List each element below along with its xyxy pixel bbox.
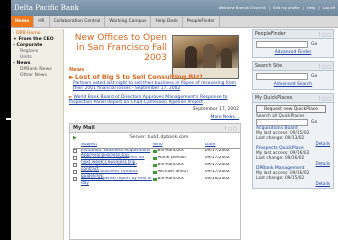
mail-table: Subject Who Date Invitation: Business Ac… bbox=[73, 143, 240, 186]
news-item-1-summary[interactable]: Partners voted last night to sell their … bbox=[73, 81, 243, 91]
banner: Delta Pacific Bank Welcome Brenda Church… bbox=[11, 0, 338, 16]
tab-home[interactable]: Home bbox=[11, 16, 35, 27]
minimize-icon[interactable]: □ bbox=[322, 96, 326, 101]
table-row[interactable]: Book travel arrangements for next week's… bbox=[73, 156, 240, 164]
mail-subject[interactable]: Submit expense report by end of day bbox=[81, 177, 153, 186]
mail-date: 09/16/2002 bbox=[205, 177, 230, 181]
row-checkbox[interactable] bbox=[73, 149, 77, 153]
logoff-link[interactable]: Log off bbox=[323, 6, 335, 10]
minimize-icon[interactable]: □ bbox=[228, 126, 232, 131]
advanced-search-link[interactable]: Advanced Search bbox=[256, 82, 330, 87]
news-item-2-title[interactable]: ►World Bank Board of Directors Approves … bbox=[69, 95, 241, 105]
close-icon[interactable]: □ bbox=[327, 32, 331, 37]
mail-date: 09/17/2002 bbox=[205, 149, 230, 153]
minimize-icon[interactable]: □ bbox=[322, 32, 326, 37]
more-news-link[interactable]: More News... bbox=[211, 115, 239, 120]
news-item-1-title[interactable]: ►Lost of Big 5 to Sell Consulting Biz? bbox=[69, 73, 203, 81]
request-quickplace-button[interactable]: Request new QuickPlace bbox=[256, 105, 326, 113]
presence-icon bbox=[153, 177, 157, 181]
peoplefinder-header: PeopleFinder ? □ □ bbox=[253, 30, 333, 39]
minimize-icon[interactable]: □ bbox=[322, 64, 326, 69]
help-icon[interactable]: ? bbox=[318, 96, 320, 101]
close-icon[interactable]: □ bbox=[327, 96, 331, 101]
quickplaces-search-input[interactable] bbox=[256, 119, 308, 126]
right-column: PeopleFinder ? □ □ Go Advanced Finder Sear… bbox=[252, 29, 334, 240]
mail-server-row: ▶ Server: hub1.dpbank.com bbox=[70, 133, 240, 142]
main-content: New Offices to Open in San Francisco Fal… bbox=[69, 29, 241, 240]
advanced-finder-link[interactable]: Advanced Finder bbox=[256, 50, 330, 55]
peoplefinder-portlet: PeopleFinder ? □ □ Go Advanced Finder bbox=[252, 29, 334, 58]
search-site-portlet: Search Site ? □ □ Go Advanced Search bbox=[252, 61, 334, 90]
tab-bar: Home HR Collaboration Central Working Ca… bbox=[11, 16, 338, 28]
quickplaces-portlet: My QuickPlaces ? □ □ Request new QuickPlac… bbox=[252, 93, 334, 189]
table-row[interactable]: Invitation: Business Acquisitions Approv… bbox=[73, 149, 240, 157]
window-controls: ? □ □ bbox=[318, 64, 331, 69]
my-mail-portlet: My Mail ? □ □ ▶ Server: hub1.dpbank.com … bbox=[69, 123, 241, 240]
row-checkbox[interactable] bbox=[73, 170, 77, 174]
mail-play-icon[interactable]: ▶ bbox=[73, 135, 77, 141]
search-site-title: Search Site bbox=[255, 63, 283, 69]
tab-collaboration-central[interactable]: Collaboration Central bbox=[50, 16, 106, 27]
sidebar-item-other-news[interactable]: Other News bbox=[13, 73, 61, 79]
mail-sender: Bill Hancock bbox=[157, 177, 184, 181]
window-controls: ? □ □ bbox=[318, 96, 331, 101]
welcome-text: Welcome Brenda Churchill bbox=[218, 6, 266, 10]
news-item-2-date: September 17, 2002 bbox=[192, 107, 239, 112]
help-icon[interactable]: ? bbox=[318, 64, 320, 69]
table-row[interactable]: Write up business conduct guidelines Mic… bbox=[73, 170, 240, 178]
column-who[interactable]: Who bbox=[153, 143, 205, 148]
help-icon[interactable]: ? bbox=[224, 126, 226, 131]
quickplaces-go-button[interactable]: Go bbox=[311, 120, 317, 125]
quickplaces-title: My QuickPlaces bbox=[255, 95, 293, 101]
presence-icon bbox=[153, 156, 157, 160]
column-date[interactable]: Date bbox=[205, 143, 240, 148]
mail-sender: Bill Hancock bbox=[157, 163, 184, 167]
presence-icon bbox=[153, 149, 157, 153]
mail-server: Server: hub1.dpbank.com bbox=[130, 135, 189, 140]
search-site-header: Search Site ? □ □ bbox=[253, 62, 333, 71]
mail-sender: Michael Smith bbox=[157, 170, 188, 174]
mail-date: 09/17/2002 bbox=[205, 170, 230, 174]
sidebar: - DPB Home + From the CEO - Corporate Re… bbox=[11, 29, 64, 240]
close-icon[interactable]: □ bbox=[327, 64, 331, 69]
mail-sender: Marie DePaul bbox=[157, 156, 186, 160]
row-checkbox[interactable] bbox=[73, 177, 77, 181]
window-controls: ? □ □ bbox=[318, 32, 331, 37]
mail-title: My Mail bbox=[73, 125, 95, 131]
quickplace-details-link[interactable]: Details bbox=[256, 181, 330, 186]
presence-icon bbox=[153, 170, 157, 174]
column-subject[interactable]: Subject bbox=[81, 143, 153, 148]
search-go-button[interactable]: Go bbox=[311, 74, 317, 79]
peoplefinder-go-button[interactable]: Go bbox=[311, 42, 317, 47]
table-row[interactable]: Send figures to update on contract Bill … bbox=[73, 163, 240, 171]
tab-help-desk[interactable]: Help Desk bbox=[151, 16, 183, 27]
search-input[interactable] bbox=[256, 73, 308, 80]
window-controls: ? □ □ bbox=[224, 126, 237, 131]
tab-working-campus[interactable]: Working Campus bbox=[105, 16, 152, 27]
mail-sender: Bill Hancock bbox=[157, 149, 184, 153]
bullet-arrow-icon: ► bbox=[69, 73, 74, 81]
peoplefinder-title: PeopleFinder bbox=[255, 31, 286, 37]
table-row[interactable]: Submit expense report by end of day Bill… bbox=[73, 177, 240, 186]
mail-date: 09/17/2002 bbox=[205, 156, 230, 160]
page-headline[interactable]: New Offices to Open in San Francisco Fal… bbox=[69, 33, 167, 63]
help-link[interactable]: Help bbox=[307, 6, 315, 10]
row-checkbox[interactable] bbox=[73, 163, 77, 167]
close-icon[interactable]: □ bbox=[233, 126, 237, 131]
portal-window: Delta Pacific Bank Welcome Brenda Church… bbox=[11, 0, 338, 240]
tab-peoplefinder[interactable]: PeopleFinder bbox=[183, 16, 220, 27]
mail-header: My Mail ? □ □ bbox=[70, 124, 240, 133]
peoplefinder-input[interactable] bbox=[256, 41, 308, 48]
presence-icon bbox=[153, 163, 157, 167]
user-links: Welcome Brenda Churchill | Edit my profi… bbox=[218, 6, 335, 10]
quickplaces-header: My QuickPlaces ? □ □ bbox=[253, 94, 333, 103]
edit-profile-link[interactable]: Edit my profile bbox=[273, 6, 299, 10]
row-checkbox[interactable] bbox=[73, 156, 77, 160]
help-icon[interactable]: ? bbox=[318, 32, 320, 37]
mail-date: 09/17/2002 bbox=[205, 163, 230, 167]
left-black-bar bbox=[0, 0, 11, 240]
brand-logo: Delta Pacific Bank bbox=[14, 4, 79, 12]
tab-hr[interactable]: HR bbox=[34, 16, 50, 27]
